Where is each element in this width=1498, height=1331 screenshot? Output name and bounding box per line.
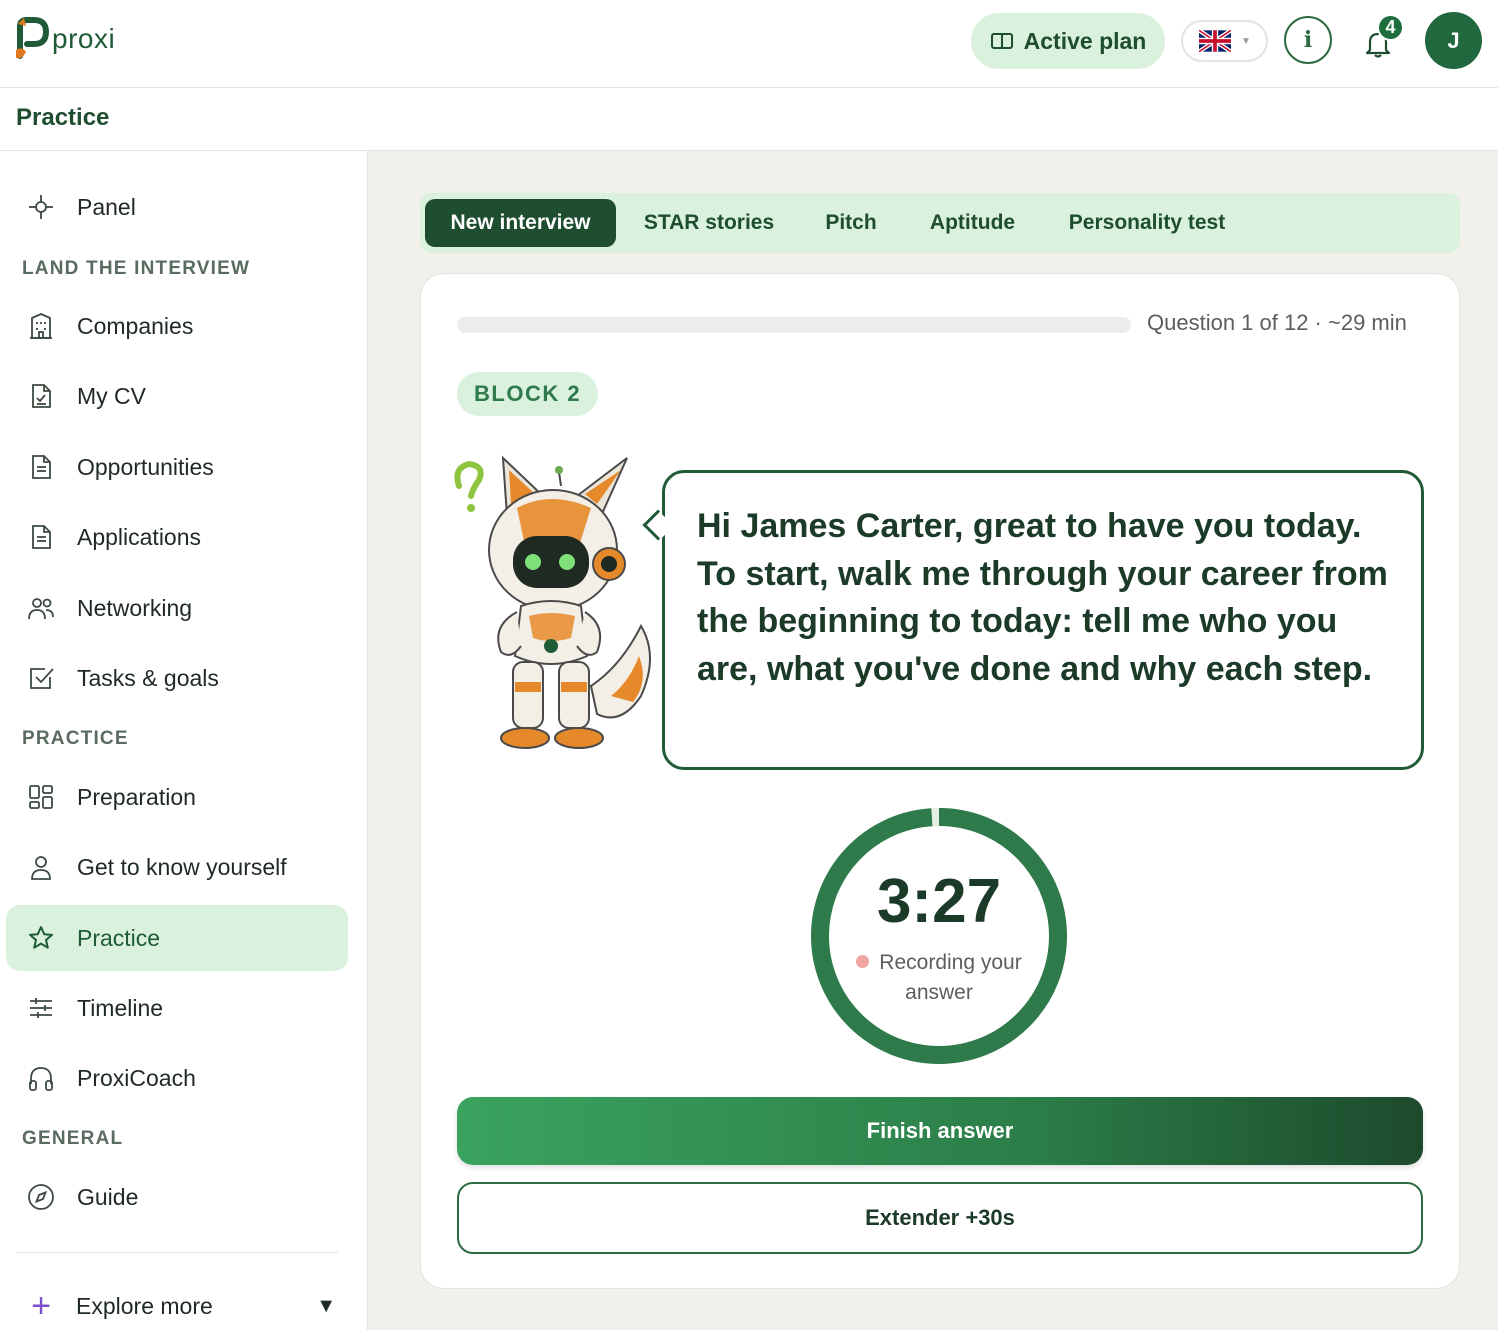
- sidebar-item-companies[interactable]: Companies: [6, 293, 348, 359]
- sidebar-item-my-cv[interactable]: My CV: [6, 363, 348, 429]
- tab-star-stories[interactable]: STAR stories: [630, 199, 788, 247]
- notifications-button[interactable]: 4: [1356, 14, 1412, 70]
- question-text: Hi James Carter, great to have you today…: [697, 507, 1388, 688]
- section-label-general: GENERAL: [22, 1128, 124, 1149]
- sidebar-item-panel[interactable]: Panel: [6, 174, 348, 240]
- grid-icon: [26, 782, 56, 812]
- star-icon: [26, 923, 56, 953]
- info-button[interactable]: i: [1284, 16, 1332, 64]
- sidebar-item-label: Preparation: [77, 783, 196, 810]
- document-icon: [26, 452, 56, 482]
- plus-icon: +: [31, 1287, 51, 1325]
- cv-document-icon: [26, 381, 56, 411]
- tab-personality-test[interactable]: Personality test: [1050, 199, 1244, 247]
- sidebar-item-label: Practice: [77, 924, 161, 951]
- sidebar-item-label: Get to know yourself: [77, 853, 287, 880]
- recording-status: Recording your answer: [837, 948, 1041, 1008]
- sidebar-item-preparation[interactable]: Preparation: [6, 764, 348, 830]
- people-icon: [26, 593, 56, 623]
- book-open-icon: [990, 33, 1013, 49]
- sidebar-item-proxicoach[interactable]: ProxiCoach: [6, 1045, 348, 1111]
- sidebar-item-practice[interactable]: Practice: [6, 905, 348, 971]
- sidebar-item-tasks-goals[interactable]: Tasks & goals: [6, 645, 348, 711]
- sidebar: Panel LAND THE INTERVIEW Companies My CV…: [0, 151, 368, 1330]
- explore-more-button[interactable]: + Explore more ▼: [26, 1281, 336, 1331]
- recording-dot-icon: [856, 955, 870, 968]
- info-icon: i: [1303, 27, 1313, 53]
- sidebar-item-label: Guide: [77, 1183, 139, 1210]
- user-avatar[interactable]: J: [1425, 12, 1482, 69]
- language-selector[interactable]: ▼: [1181, 20, 1268, 62]
- active-plan-label: Active plan: [1023, 27, 1147, 54]
- sidebar-item-label: ProxiCoach: [77, 1064, 196, 1091]
- document-icon: [26, 522, 56, 552]
- tab-new-interview[interactable]: New interview: [425, 199, 616, 247]
- sidebar-item-networking[interactable]: Networking: [6, 575, 348, 641]
- crosshair-icon: [26, 192, 56, 222]
- tab-pitch[interactable]: Pitch: [806, 199, 896, 247]
- practice-tabs: New interview STAR stories Pitch Aptitud…: [420, 193, 1460, 253]
- finish-answer-button[interactable]: Finish answer: [457, 1097, 1423, 1165]
- person-icon: [26, 852, 56, 882]
- page-title: Practice: [16, 104, 110, 131]
- section-label-land-the-interview: LAND THE INTERVIEW: [22, 258, 251, 279]
- block-badge: BLOCK 2: [457, 372, 599, 416]
- headphones-icon: [26, 1063, 56, 1093]
- sidebar-divider: [16, 1252, 338, 1253]
- sidebar-item-label: Timeline: [77, 994, 164, 1021]
- fox-robot-mascot-icon: [454, 455, 651, 749]
- sidebar-item-timeline[interactable]: Timeline: [6, 975, 348, 1041]
- active-plan-button[interactable]: Active plan: [971, 13, 1165, 69]
- timer-value: 3:27: [876, 867, 1002, 936]
- sidebar-item-label: Networking: [77, 594, 193, 621]
- main-content: New interview STAR stories Pitch Aptitud…: [368, 151, 1498, 1330]
- explore-more-label: Explore more: [76, 1292, 213, 1319]
- sidebar-item-get-to-know-yourself[interactable]: Get to know yourself: [6, 834, 348, 900]
- logo-text: proxi: [52, 23, 116, 54]
- tab-aptitude[interactable]: Aptitude: [914, 199, 1031, 247]
- sidebar-item-label: Panel: [77, 193, 136, 220]
- sidebar-item-label: Tasks & goals: [77, 664, 219, 691]
- sidebar-item-label: Opportunities: [77, 453, 214, 480]
- sidebar-item-label: My CV: [77, 382, 146, 409]
- question-speech-bubble: Hi James Carter, great to have you today…: [662, 470, 1424, 770]
- interview-card: Question 1 of 12 · ~29 min BLOCK 2 Hi Ja…: [420, 273, 1460, 1289]
- sidebar-item-opportunities[interactable]: Opportunities: [6, 434, 348, 500]
- recording-status-text: Recording your answer: [879, 951, 1022, 1004]
- question-progress-bar: [457, 317, 1131, 333]
- section-label-practice: PRACTICE: [22, 728, 129, 749]
- triangle-down-icon: ▼: [316, 1294, 336, 1317]
- proxi-logo[interactable]: proxi: [14, 16, 115, 62]
- uk-flag-icon: [1199, 30, 1231, 52]
- sidebar-item-applications[interactable]: Applications: [6, 504, 348, 570]
- notification-count-badge: 4: [1377, 14, 1404, 41]
- chevron-down-icon: ▼: [1241, 35, 1251, 47]
- page-title-bar: Practice: [0, 88, 1498, 151]
- avatar-initial: J: [1447, 27, 1460, 53]
- top-bar: proxi Active plan ▼ i 4 J: [0, 0, 1498, 88]
- sidebar-item-label: Applications: [77, 523, 202, 550]
- sidebar-item-guide[interactable]: Guide: [6, 1164, 348, 1230]
- building-icon: [26, 311, 56, 341]
- checkbox-icon: [26, 663, 56, 693]
- sliders-icon: [26, 993, 56, 1023]
- question-meta: Question 1 of 12 · ~29 min: [1147, 310, 1407, 335]
- sidebar-item-label: Companies: [77, 312, 194, 339]
- extend-time-button[interactable]: Extender +30s: [457, 1182, 1423, 1254]
- compass-icon: [26, 1182, 56, 1212]
- answer-timer: 3:27 Recording your answer: [807, 804, 1071, 1068]
- fox-logo-icon: [16, 17, 50, 59]
